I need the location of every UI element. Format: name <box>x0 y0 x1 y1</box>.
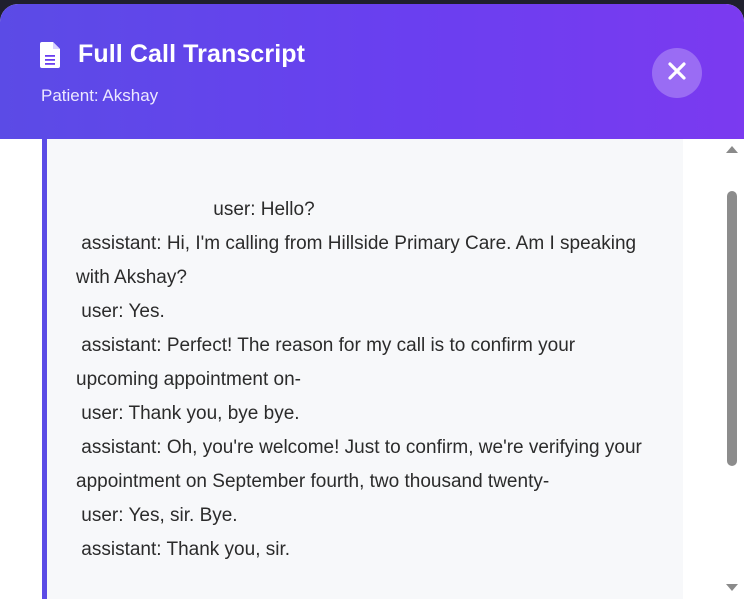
patient-name: Patient: Akshay <box>41 86 159 105</box>
modal-title: Full Call Transcript <box>78 40 306 68</box>
close-button[interactable] <box>652 48 702 98</box>
modal-header: Full Call Transcript Patient: Akshay <box>0 4 744 139</box>
transcript-modal: Full Call Transcript Patient: Akshay use… <box>0 4 744 604</box>
scroll-up-arrow-icon[interactable] <box>726 146 738 153</box>
transcript-text: user: Hello? assistant: Hi, I'm calling … <box>76 199 642 560</box>
title-row: Full Call Transcript <box>40 40 305 69</box>
close-icon <box>668 61 686 85</box>
modal-body: user: Hello? assistant: Hi, I'm calling … <box>0 139 744 599</box>
transcript-box: user: Hello? assistant: Hi, I'm calling … <box>42 139 683 599</box>
scroll-thumb[interactable] <box>727 191 737 466</box>
scrollbar[interactable] <box>722 139 744 599</box>
document-icon <box>40 41 60 68</box>
